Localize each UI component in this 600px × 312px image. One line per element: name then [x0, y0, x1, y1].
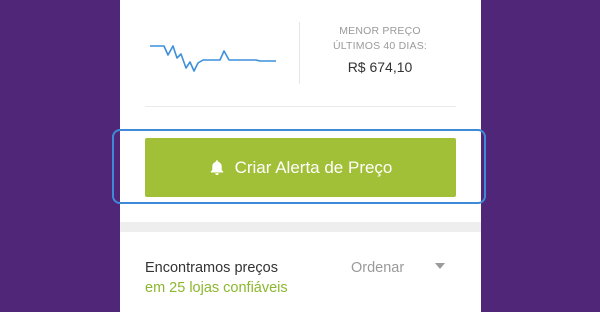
create-price-alert-button[interactable]: Criar Alerta de Preço: [145, 138, 456, 197]
results-store-count: em 25 lojas confiáveis: [145, 280, 288, 296]
create-price-alert-label: Criar Alerta de Preço: [234, 157, 393, 177]
results-title: Encontramos preços: [145, 260, 278, 276]
price-trend-sparkline: [150, 45, 276, 72]
horizontal-divider: [145, 106, 456, 107]
min-price-value: R$ 674,10: [347, 59, 413, 75]
product-price-card: MENOR PREÇO ÚLTIMOS 40 DIAS: R$ 674,10 C…: [120, 0, 481, 312]
sort-dropdown[interactable]: Ordenar: [340, 257, 460, 279]
section-separator: [120, 222, 481, 232]
min-price-label-line1: MENOR PREÇO: [339, 25, 421, 37]
min-price-label: MENOR PREÇO ÚLTIMOS 40 DIAS:: [310, 24, 450, 54]
bell-icon: [209, 159, 225, 176]
min-price-label-line2: ÚLTIMOS 40 DIAS:: [332, 40, 428, 52]
sparkline-line: [150, 45, 276, 72]
sort-dropdown-label: Ordenar: [351, 260, 405, 276]
price-history-section: MENOR PREÇO ÚLTIMOS 40 DIAS: R$ 674,10: [120, 0, 481, 108]
caret-down-icon: [435, 263, 445, 269]
vertical-divider: [299, 22, 300, 84]
